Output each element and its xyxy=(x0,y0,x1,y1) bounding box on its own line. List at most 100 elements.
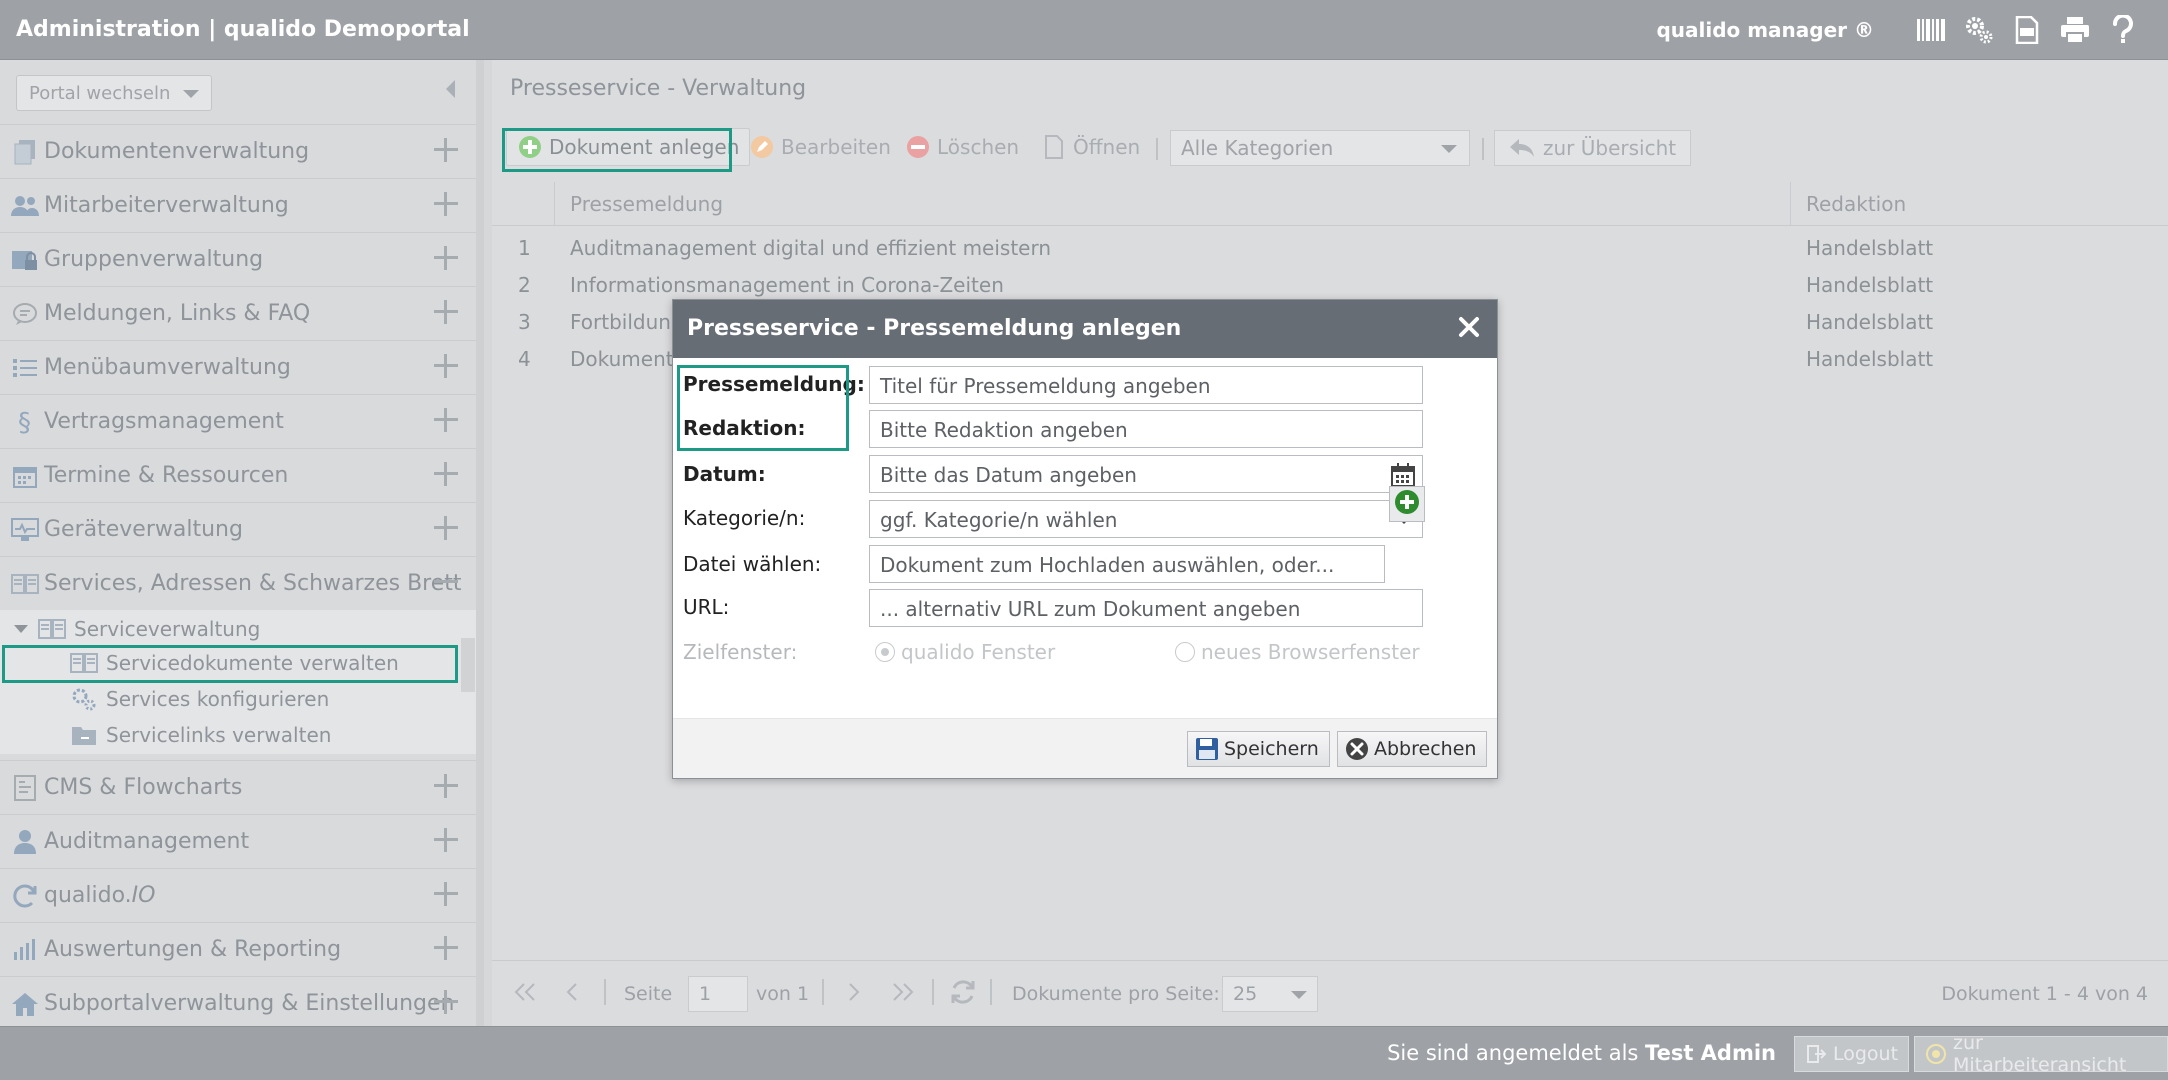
app-title: Administration | qualido Demoportal xyxy=(16,17,470,42)
edit-button[interactable]: Bearbeiten xyxy=(738,128,902,166)
add-file-button[interactable] xyxy=(1389,486,1425,522)
sidebar-item-geräteverwaltung[interactable]: Geräteverwaltung xyxy=(0,502,476,556)
table-header: Pressemeldung Redaktion xyxy=(492,182,2168,226)
chevron-down-icon[interactable] xyxy=(14,625,28,633)
sidebar-item-label: Gruppenverwaltung xyxy=(44,247,264,272)
row-number: 2 xyxy=(518,273,531,297)
save-button[interactable]: Speichern xyxy=(1187,731,1330,767)
subtree-item-label: Servicelinks verwalten xyxy=(106,723,332,747)
previous-page-icon[interactable] xyxy=(566,983,578,1006)
radio-new-browser-window[interactable]: neues Browserfenster xyxy=(1175,640,1420,664)
plus-icon[interactable] xyxy=(434,462,458,486)
zielfenster-label: Zielfenster: xyxy=(683,640,798,664)
paragraph-icon: § xyxy=(10,407,40,437)
column-header-redaktion[interactable]: Redaktion xyxy=(1806,192,1906,216)
redaktion-input[interactable]: Bitte Redaktion angeben xyxy=(869,410,1423,448)
plus-icon[interactable] xyxy=(434,246,458,270)
next-page-icon[interactable] xyxy=(848,983,860,1006)
open-button[interactable]: Öffnen xyxy=(1030,128,1151,166)
plus-icon[interactable] xyxy=(434,828,458,852)
chevron-down-icon xyxy=(1441,145,1457,153)
pressemeldung-input[interactable]: Titel für Pressemeldung angeben xyxy=(869,366,1423,404)
plus-icon[interactable] xyxy=(434,138,458,162)
plus-icon[interactable] xyxy=(434,774,458,798)
help-icon[interactable] xyxy=(2108,15,2138,45)
page-title: Presseservice - Verwaltung xyxy=(510,76,807,101)
sidebar-item-auswertungen-reporting[interactable]: Auswertungen & Reporting xyxy=(0,922,476,976)
sidebar-item-termine-ressourcen[interactable]: Termine & Ressourcen xyxy=(0,448,476,502)
subtree-serviceverwaltung[interactable]: Serviceverwaltung xyxy=(14,612,260,646)
documents-icon xyxy=(10,137,40,167)
gears-icon[interactable] xyxy=(1964,15,1994,45)
book-icon xyxy=(38,617,66,641)
per-page-value: 25 xyxy=(1233,983,1258,1005)
kategorie-select[interactable]: ggf. Kategorie/n wählen xyxy=(869,500,1423,538)
back-to-overview-button[interactable]: zur Übersicht xyxy=(1494,130,1692,166)
sidebar-item-auditmanagement[interactable]: Auditmanagement xyxy=(0,814,476,868)
sidebar-item-subportalverwaltung-einstellungen[interactable]: Subportalverwaltung & Einstellungen xyxy=(0,976,476,1030)
table-row[interactable]: 1 Auditmanagement digital und effizient … xyxy=(492,230,2168,267)
kategorie-value: ggf. Kategorie/n wählen xyxy=(880,508,1118,532)
brand-name: qualido manager ® xyxy=(1656,18,1874,42)
sidebar-item-gruppenverwaltung[interactable]: Gruppenverwaltung xyxy=(0,232,476,286)
cancel-button[interactable]: Abbrechen xyxy=(1337,731,1488,767)
sidebar-item-qualido[interactable]: qualido. IO xyxy=(0,868,476,922)
row-title: Auditmanagement digital und effizient me… xyxy=(570,236,1052,260)
sidebar-item-menübaumverwaltung[interactable]: Menübaumverwaltung xyxy=(0,340,476,394)
url-input[interactable]: ... alternativ URL zum Dokument angeben xyxy=(869,589,1423,627)
sidebar-item-vertragsmanagement[interactable]: § Vertragsmanagement xyxy=(0,394,476,448)
category-select[interactable]: Alle Kategorien xyxy=(1170,130,1470,166)
datei-placeholder: Dokument zum Hochladen auswählen, oder..… xyxy=(880,553,1335,577)
sidebar-item-label: Mitarbeiterverwaltung xyxy=(44,193,289,218)
sidebar-item-cms-flowcharts[interactable]: CMS & Flowcharts xyxy=(0,760,476,814)
plus-icon[interactable] xyxy=(434,192,458,216)
sidebar-item-mitarbeiterverwaltung[interactable]: Mitarbeiterverwaltung xyxy=(0,178,476,232)
pager-summary: Dokument 1 - 4 von 4 xyxy=(1941,983,2148,1005)
file-icon xyxy=(1041,134,1067,160)
column-header-pressemeldung[interactable]: Pressemeldung xyxy=(570,192,723,216)
last-page-icon[interactable] xyxy=(892,983,914,1006)
per-page-select[interactable]: 25 xyxy=(1222,976,1318,1012)
sidebar-item-meldungen-links-faq[interactable]: Meldungen, Links & FAQ xyxy=(0,286,476,340)
subtree-services-konfigurieren[interactable]: Services konfigurieren xyxy=(70,682,329,716)
sidebar-item-dokumentenverwaltung[interactable]: Dokumentenverwaltung xyxy=(0,124,476,178)
per-page-label: Dokumente pro Seite: xyxy=(1012,983,1220,1005)
minus-icon[interactable] xyxy=(434,570,458,594)
close-icon[interactable] xyxy=(1457,315,1481,339)
add-button-highlight-box xyxy=(502,128,732,172)
first-page-icon[interactable] xyxy=(514,983,536,1006)
plus-icon[interactable] xyxy=(434,990,458,1014)
plus-circle-icon xyxy=(1394,489,1420,519)
plus-icon[interactable] xyxy=(434,882,458,906)
barcode-icon[interactable] xyxy=(1916,15,1946,45)
subtree-item-label: Services konfigurieren xyxy=(106,687,330,711)
pdf-icon[interactable] xyxy=(2012,15,2042,45)
pressemeldung-placeholder: Titel für Pressemeldung angeben xyxy=(880,374,1211,398)
printer-icon[interactable] xyxy=(2060,15,2090,45)
radio-qualido-window[interactable]: qualido Fenster xyxy=(875,640,1055,664)
save-label: Speichern xyxy=(1224,738,1319,760)
category-select-value: Alle Kategorien xyxy=(1181,136,1334,160)
datei-label: Datei wählen: xyxy=(683,552,822,576)
delete-button[interactable]: Löschen xyxy=(894,128,1030,166)
calendar-icon[interactable] xyxy=(1390,462,1416,488)
plus-icon[interactable] xyxy=(434,354,458,378)
row-redaktion: Handelsblatt xyxy=(1806,310,1934,334)
subtree-scrollbar[interactable] xyxy=(461,638,475,692)
datei-input[interactable]: Dokument zum Hochladen auswählen, oder..… xyxy=(869,545,1385,583)
plus-icon[interactable] xyxy=(434,516,458,540)
datum-placeholder: Bitte das Datum angeben xyxy=(880,463,1137,487)
logout-button[interactable]: Logout xyxy=(1794,1036,1910,1072)
plus-icon[interactable] xyxy=(434,300,458,324)
plus-icon[interactable] xyxy=(434,936,458,960)
sync-icon xyxy=(10,881,40,911)
toolbar-divider xyxy=(1482,138,1484,160)
datum-input[interactable]: Bitte das Datum angeben xyxy=(869,455,1423,493)
page-number-input[interactable]: 1 xyxy=(688,976,748,1012)
sidebar-item-services-adressen-schwarzes-brett[interactable]: Services, Adressen & Schwarzes Brett xyxy=(0,556,476,610)
refresh-icon[interactable] xyxy=(950,979,976,1010)
subtree-servicelinks-verwalten[interactable]: Servicelinks verwalten xyxy=(70,718,331,752)
employee-view-button[interactable]: zur Mitarbeiteransicht xyxy=(1914,1032,2168,1076)
logout-label: Logout xyxy=(1833,1043,1899,1065)
plus-icon[interactable] xyxy=(434,408,458,432)
